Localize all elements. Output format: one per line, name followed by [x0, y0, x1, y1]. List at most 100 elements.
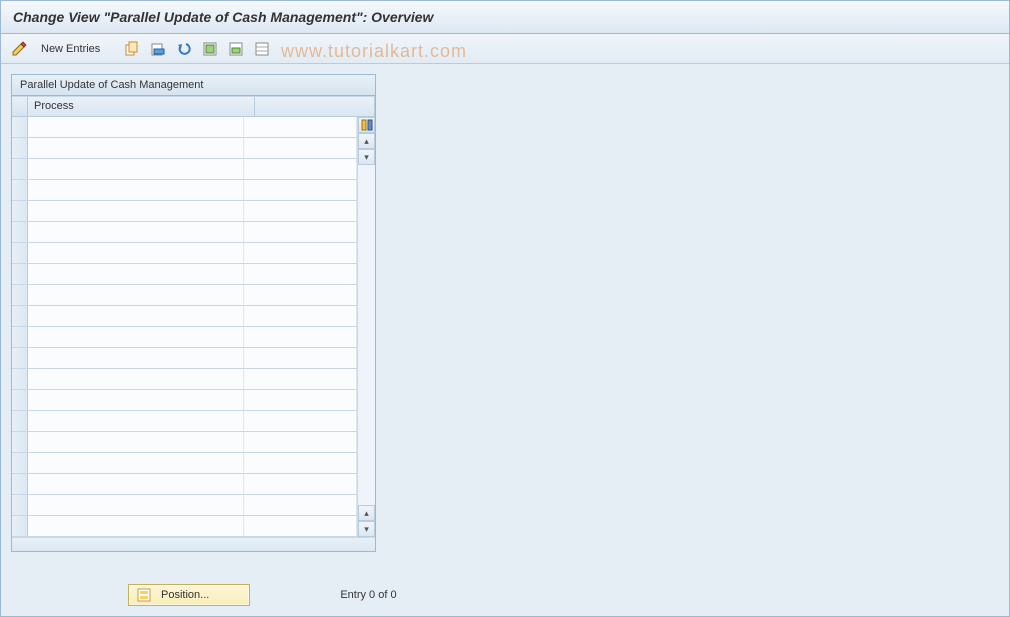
- row-selector[interactable]: [12, 432, 28, 452]
- row-selector[interactable]: [12, 474, 28, 494]
- row-selector[interactable]: [12, 159, 28, 179]
- column-header-row: Process: [12, 97, 375, 117]
- row-selector[interactable]: [12, 306, 28, 326]
- row-selector[interactable]: [12, 222, 28, 242]
- row-selector[interactable]: [12, 117, 28, 137]
- table: Process ▴ ▾: [12, 96, 375, 551]
- blank-cell: [244, 348, 357, 368]
- panel-title: Parallel Update of Cash Management: [12, 75, 375, 96]
- blank-cell: [244, 516, 357, 536]
- table-row: [12, 432, 357, 453]
- process-cell[interactable]: [28, 495, 244, 515]
- blank-cell: [244, 264, 357, 284]
- process-cell[interactable]: [28, 201, 244, 221]
- process-cell[interactable]: [28, 243, 244, 263]
- panel-cash-management: Parallel Update of Cash Management Proce…: [11, 74, 376, 552]
- toolbar: New Entries: [1, 34, 1009, 64]
- vertical-scrollbar[interactable]: ▴ ▾ ▴ ▾: [357, 117, 375, 537]
- undo-icon[interactable]: [174, 39, 194, 59]
- page-title: Change View "Parallel Update of Cash Man…: [1, 1, 1009, 34]
- table-row: [12, 453, 357, 474]
- process-cell[interactable]: [28, 474, 244, 494]
- table-row: [12, 306, 357, 327]
- process-cell[interactable]: [28, 306, 244, 326]
- process-cell[interactable]: [28, 369, 244, 389]
- process-cell[interactable]: [28, 138, 244, 158]
- table-row: [12, 159, 357, 180]
- row-selector-header[interactable]: [12, 97, 28, 116]
- new-entries-label: New Entries: [41, 43, 100, 55]
- table-row: [12, 474, 357, 495]
- process-cell[interactable]: [28, 432, 244, 452]
- select-block-icon[interactable]: [226, 39, 246, 59]
- row-selector[interactable]: [12, 390, 28, 410]
- blank-cell: [244, 390, 357, 410]
- table-row: [12, 327, 357, 348]
- scroll-track[interactable]: [358, 165, 375, 505]
- process-cell[interactable]: [28, 390, 244, 410]
- position-button[interactable]: Position...: [128, 584, 250, 606]
- scroll-up-icon[interactable]: ▾: [358, 149, 375, 165]
- row-selector[interactable]: [12, 264, 28, 284]
- process-cell[interactable]: [28, 411, 244, 431]
- horizontal-scrollbar[interactable]: [12, 537, 375, 551]
- blank-cell: [244, 243, 357, 263]
- row-selector[interactable]: [12, 201, 28, 221]
- blank-cell: [244, 138, 357, 158]
- entry-status: Entry 0 of 0: [340, 589, 396, 601]
- new-entries-button[interactable]: New Entries: [35, 41, 106, 57]
- scroll-down-bottom-icon[interactable]: ▾: [358, 521, 375, 537]
- copy-icon[interactable]: [122, 39, 142, 59]
- content-area: Parallel Update of Cash Management Proce…: [1, 64, 1009, 562]
- process-cell[interactable]: [28, 327, 244, 347]
- process-cell[interactable]: [28, 348, 244, 368]
- row-selector[interactable]: [12, 369, 28, 389]
- row-selector[interactable]: [12, 348, 28, 368]
- process-cell[interactable]: [28, 453, 244, 473]
- blank-cell: [244, 432, 357, 452]
- row-selector[interactable]: [12, 495, 28, 515]
- process-cell[interactable]: [28, 117, 244, 137]
- table-row: [12, 516, 357, 537]
- blank-cell: [244, 327, 357, 347]
- process-cell[interactable]: [28, 285, 244, 305]
- process-cell[interactable]: [28, 264, 244, 284]
- blank-cell: [244, 453, 357, 473]
- blank-cell: [244, 159, 357, 179]
- blank-cell: [244, 306, 357, 326]
- row-selector[interactable]: [12, 138, 28, 158]
- row-selector[interactable]: [12, 453, 28, 473]
- table-row: [12, 117, 357, 138]
- blank-cell: [244, 222, 357, 242]
- select-all-icon[interactable]: [200, 39, 220, 59]
- footer: Position... Entry 0 of 0: [1, 584, 1009, 606]
- row-selector[interactable]: [12, 180, 28, 200]
- blank-cell: [244, 117, 357, 137]
- table-row: [12, 222, 357, 243]
- config-columns-icon[interactable]: [358, 117, 375, 133]
- position-icon: [137, 588, 151, 602]
- process-cell[interactable]: [28, 159, 244, 179]
- column-process-header[interactable]: Process: [28, 97, 255, 116]
- table-row: [12, 138, 357, 159]
- row-selector[interactable]: [12, 285, 28, 305]
- row-selector[interactable]: [12, 516, 28, 536]
- row-selector[interactable]: [12, 411, 28, 431]
- scroll-down-icon[interactable]: ▴: [358, 505, 375, 521]
- row-selector[interactable]: [12, 327, 28, 347]
- pencil-icon[interactable]: [9, 39, 29, 59]
- table-row: [12, 411, 357, 432]
- blank-cell: [244, 369, 357, 389]
- process-cell[interactable]: [28, 180, 244, 200]
- scroll-up-top-icon[interactable]: ▴: [358, 133, 375, 149]
- table-row: [12, 369, 357, 390]
- table-row: [12, 201, 357, 222]
- process-cell[interactable]: [28, 516, 244, 536]
- process-cell[interactable]: [28, 222, 244, 242]
- delete-icon[interactable]: [148, 39, 168, 59]
- blank-cell: [244, 180, 357, 200]
- row-selector[interactable]: [12, 243, 28, 263]
- deselect-all-icon[interactable]: [252, 39, 272, 59]
- blank-cell: [244, 474, 357, 494]
- position-label: Position...: [161, 589, 209, 601]
